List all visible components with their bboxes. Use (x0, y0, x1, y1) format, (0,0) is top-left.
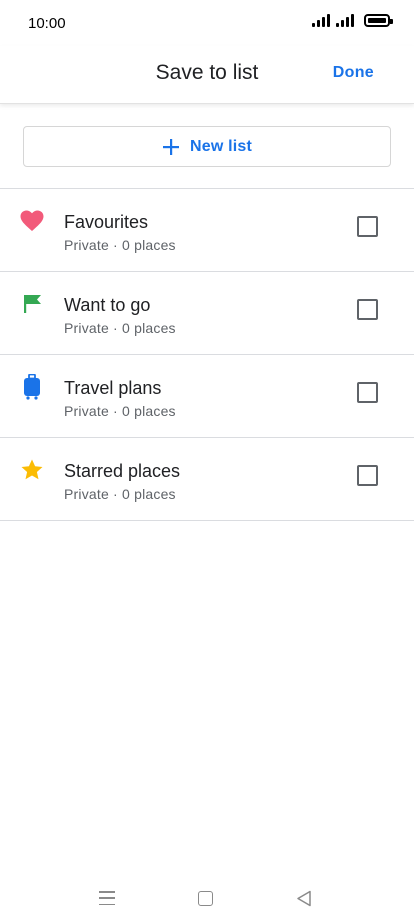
menu-icon[interactable] (99, 891, 115, 905)
heart-icon (20, 209, 44, 233)
status-icons (312, 14, 393, 27)
list-item-want-to-go[interactable]: Want to go Private · 0 places (0, 272, 414, 355)
new-list-button[interactable]: New list (23, 126, 391, 167)
signal-icon (336, 14, 354, 27)
star-icon (20, 458, 44, 482)
system-nav-bar (0, 876, 414, 924)
done-button[interactable]: Done (333, 64, 374, 82)
battery-icon (364, 14, 393, 27)
list-title: Want to go (64, 295, 151, 315)
checkbox[interactable] (357, 465, 378, 486)
new-list-label: New list (189, 137, 253, 155)
list-item-favourites[interactable]: Favourites Private · 0 places (0, 189, 414, 272)
list-subtitle: Private · 0 places (64, 486, 176, 502)
list-item-travel-plans[interactable]: Travel plans Private · 0 places (0, 355, 414, 438)
list-title: Starred places (64, 461, 181, 481)
list-subtitle: Private · 0 places (64, 237, 176, 253)
list-title: Favourites (64, 212, 149, 232)
checkbox[interactable] (357, 299, 378, 320)
back-icon[interactable] (296, 890, 312, 907)
saved-lists: Favourites Private · 0 places Want to go… (0, 188, 414, 521)
signal-icon (312, 14, 330, 27)
app-bar: Save to list Done (0, 46, 414, 104)
status-bar: 10:00 (0, 0, 414, 46)
checkbox[interactable] (357, 382, 378, 403)
flag-icon (20, 292, 44, 316)
list-title: Travel plans (64, 378, 162, 398)
home-icon[interactable] (198, 891, 213, 906)
list-item-starred-places[interactable]: Starred places Private · 0 places (0, 438, 414, 521)
list-subtitle: Private · 0 places (64, 320, 176, 336)
status-time: 10:00 (28, 15, 66, 32)
checkbox[interactable] (357, 216, 378, 237)
suitcase-icon (20, 374, 44, 400)
list-subtitle: Private · 0 places (64, 403, 176, 419)
plus-icon (162, 138, 179, 155)
